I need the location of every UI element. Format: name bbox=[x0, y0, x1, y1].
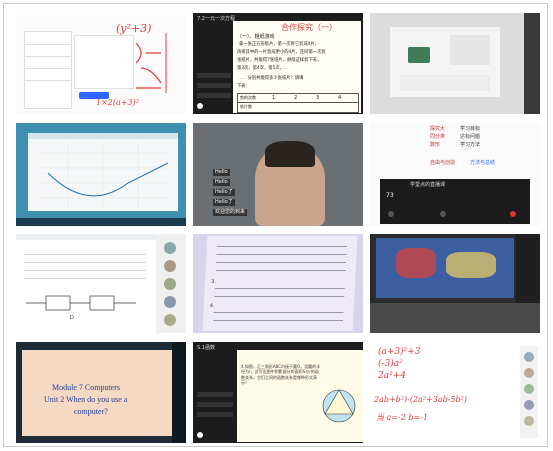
question-number: 3. bbox=[210, 279, 217, 285]
chat-line: Hello了 bbox=[213, 199, 235, 206]
table-row-label: 剪的次数 bbox=[240, 95, 256, 100]
handwriting-line: 2a²+4 bbox=[378, 371, 406, 381]
tile-mindmap-stream: 探究大 同分类 数形 学习目标 达标问题 学习方法 自由与创造 方法与总结 学堂… bbox=[370, 123, 540, 226]
teacher-video bbox=[255, 141, 325, 226]
mindmap-node: 同分类 bbox=[430, 134, 446, 140]
map-screen bbox=[376, 238, 514, 298]
tile-english-slide: Module 7 Computers Unit 2 When do you us… bbox=[16, 342, 186, 443]
chat-line: Hello bbox=[213, 169, 230, 176]
slide-section: （一）、粗纸游戏 bbox=[237, 34, 275, 40]
chat-line: Hello了 bbox=[213, 189, 235, 196]
table-cell: 2 bbox=[294, 95, 298, 101]
slide-title: 合作探究（一） bbox=[281, 23, 337, 32]
graph-window bbox=[28, 133, 178, 211]
mindmap-node: 达标问题 bbox=[460, 134, 481, 140]
question-number: 4. bbox=[209, 303, 215, 309]
body-line: 第3次，第4次，第5次，．．． bbox=[237, 66, 291, 71]
hair bbox=[265, 141, 315, 167]
body-line: 拿一张正方形纸片，第一次将它剪成4片， bbox=[239, 42, 320, 47]
body-line: 下表： bbox=[237, 84, 250, 89]
tile-laptop-map bbox=[370, 234, 540, 333]
device-image bbox=[450, 35, 490, 65]
tile-cooperative-inquiry: 7.2一元一次方程 合作探究（一） （一）、粗纸游戏 拿一张正方形纸片，第一次将… bbox=[193, 13, 363, 114]
body-line: ．．．分别共能得多少张纸片？请填 bbox=[239, 76, 304, 81]
tile-teacher-video: Hello Hello Hello了 Hello了 欢迎您的到来 bbox=[193, 123, 363, 226]
collage-frame: (y²+3) 1×2(a+3)² 7.2一元一次方程 合作探究（一） （一）、粗… bbox=[3, 3, 548, 447]
slide-title: Module 7 Computers bbox=[52, 383, 120, 392]
participant-strip bbox=[172, 342, 186, 443]
chat-line: 欢迎您的到来 bbox=[213, 209, 248, 216]
slide: 4.如图，正三角形ABC内接于圆O，设圆的半径为r，试写出图中阴影部分的面积S与… bbox=[237, 350, 363, 442]
handwriting-line: 2ab+b²)-(2a²+3ab-5b²) bbox=[374, 395, 467, 404]
textbook-page: 3. 4. bbox=[202, 236, 358, 331]
screen-content bbox=[390, 27, 500, 97]
end-call-icon[interactable] bbox=[510, 211, 516, 217]
slide-subtitle: computer? bbox=[74, 407, 108, 416]
body-line: 再将其中的一片剪成更小的4片，连同第一次剪 bbox=[237, 50, 326, 55]
tile-function-slide: S.1函数 4.如图，正三角形ABC内接于圆O，设圆的半径为r，试写出图中阴影部… bbox=[193, 342, 363, 443]
table-row-label: 纸片数 bbox=[240, 104, 252, 109]
mic-icon[interactable] bbox=[388, 211, 394, 217]
mic-icon[interactable] bbox=[197, 432, 203, 438]
chat-bubble bbox=[197, 83, 231, 88]
participant-list bbox=[156, 234, 186, 333]
diagram-label: D bbox=[70, 315, 74, 321]
camera-icon[interactable] bbox=[440, 211, 446, 217]
triangle-circle-figure bbox=[322, 389, 356, 423]
mindmap-node: 学习目标 bbox=[460, 126, 481, 132]
chat-line: Hello bbox=[213, 179, 230, 186]
handwriting-line: (-3)a² bbox=[378, 359, 403, 369]
taskbar bbox=[16, 218, 186, 226]
mindmap-node: 探究大 bbox=[430, 126, 446, 132]
mindmap-node: 自由与创造 bbox=[430, 160, 456, 166]
mindmap-node: 数形 bbox=[430, 142, 441, 148]
mindmap-node: 学习方法 bbox=[460, 142, 481, 148]
mic-icon[interactable] bbox=[197, 103, 203, 109]
stream-panel: 学堂点的直播课 73 bbox=[380, 179, 530, 224]
tile-handwritten-algebra: (a+3)²+3 (-3)a² 2a²+4 2ab+b²)-(2a²+3ab-5… bbox=[370, 342, 540, 443]
data-table: 剪的次数 纸片数 1 2 3 4 bbox=[237, 93, 359, 113]
tile-textbook: 3. 4. bbox=[193, 234, 363, 333]
circuit-diagram bbox=[26, 295, 136, 311]
slide-header: 7.2一元一次方程 bbox=[197, 16, 235, 22]
participant-strip bbox=[524, 13, 540, 114]
tile-math-whiteboard: (y²+3) 1×2(a+3)² bbox=[16, 13, 186, 114]
handwriting-line: (a+3)²+3 bbox=[378, 347, 421, 357]
stream-title: 学堂点的直播课 bbox=[410, 182, 446, 188]
slide-header: S.1函数 bbox=[197, 345, 215, 351]
table-cell: 3 bbox=[316, 95, 320, 101]
chat-bubble bbox=[197, 412, 233, 417]
table-cell: 1 bbox=[272, 95, 276, 101]
slide-note: 4.如图，正三角形ABC内接于圆O，设圆的半径为r，试写出图中阴影部分的面积S与… bbox=[241, 364, 321, 386]
tile-graph-software bbox=[16, 123, 186, 226]
slide-subtitle: Unit 2 When do you use a bbox=[44, 395, 128, 404]
participant-list bbox=[520, 346, 538, 438]
chat-bubble bbox=[197, 93, 231, 98]
tile-device-photo bbox=[370, 13, 540, 114]
device-image bbox=[408, 47, 430, 63]
slide: Module 7 Computers Unit 2 When do you us… bbox=[22, 350, 172, 436]
body-line: 张纸片，共能得7张纸片，继续这样剪下去， bbox=[237, 58, 322, 63]
handwriting-line: 当 a=-2 b=-1 bbox=[376, 413, 428, 422]
table-cell: 4 bbox=[338, 95, 342, 101]
viewer-count: 73 bbox=[386, 192, 394, 199]
tile-worksheet: D bbox=[16, 234, 186, 333]
slide: 合作探究（一） （一）、粗纸游戏 拿一张正方形纸片，第一次将它剪成4片， 再将其… bbox=[233, 21, 361, 113]
chat-bubble bbox=[197, 402, 233, 407]
mindmap-node: 方法与总结 bbox=[470, 160, 496, 166]
keyboard bbox=[370, 303, 540, 333]
chat-bubble bbox=[197, 73, 231, 78]
image-strip bbox=[400, 75, 490, 91]
chat-bubble bbox=[197, 392, 233, 397]
ink-strokes bbox=[135, 33, 167, 93]
